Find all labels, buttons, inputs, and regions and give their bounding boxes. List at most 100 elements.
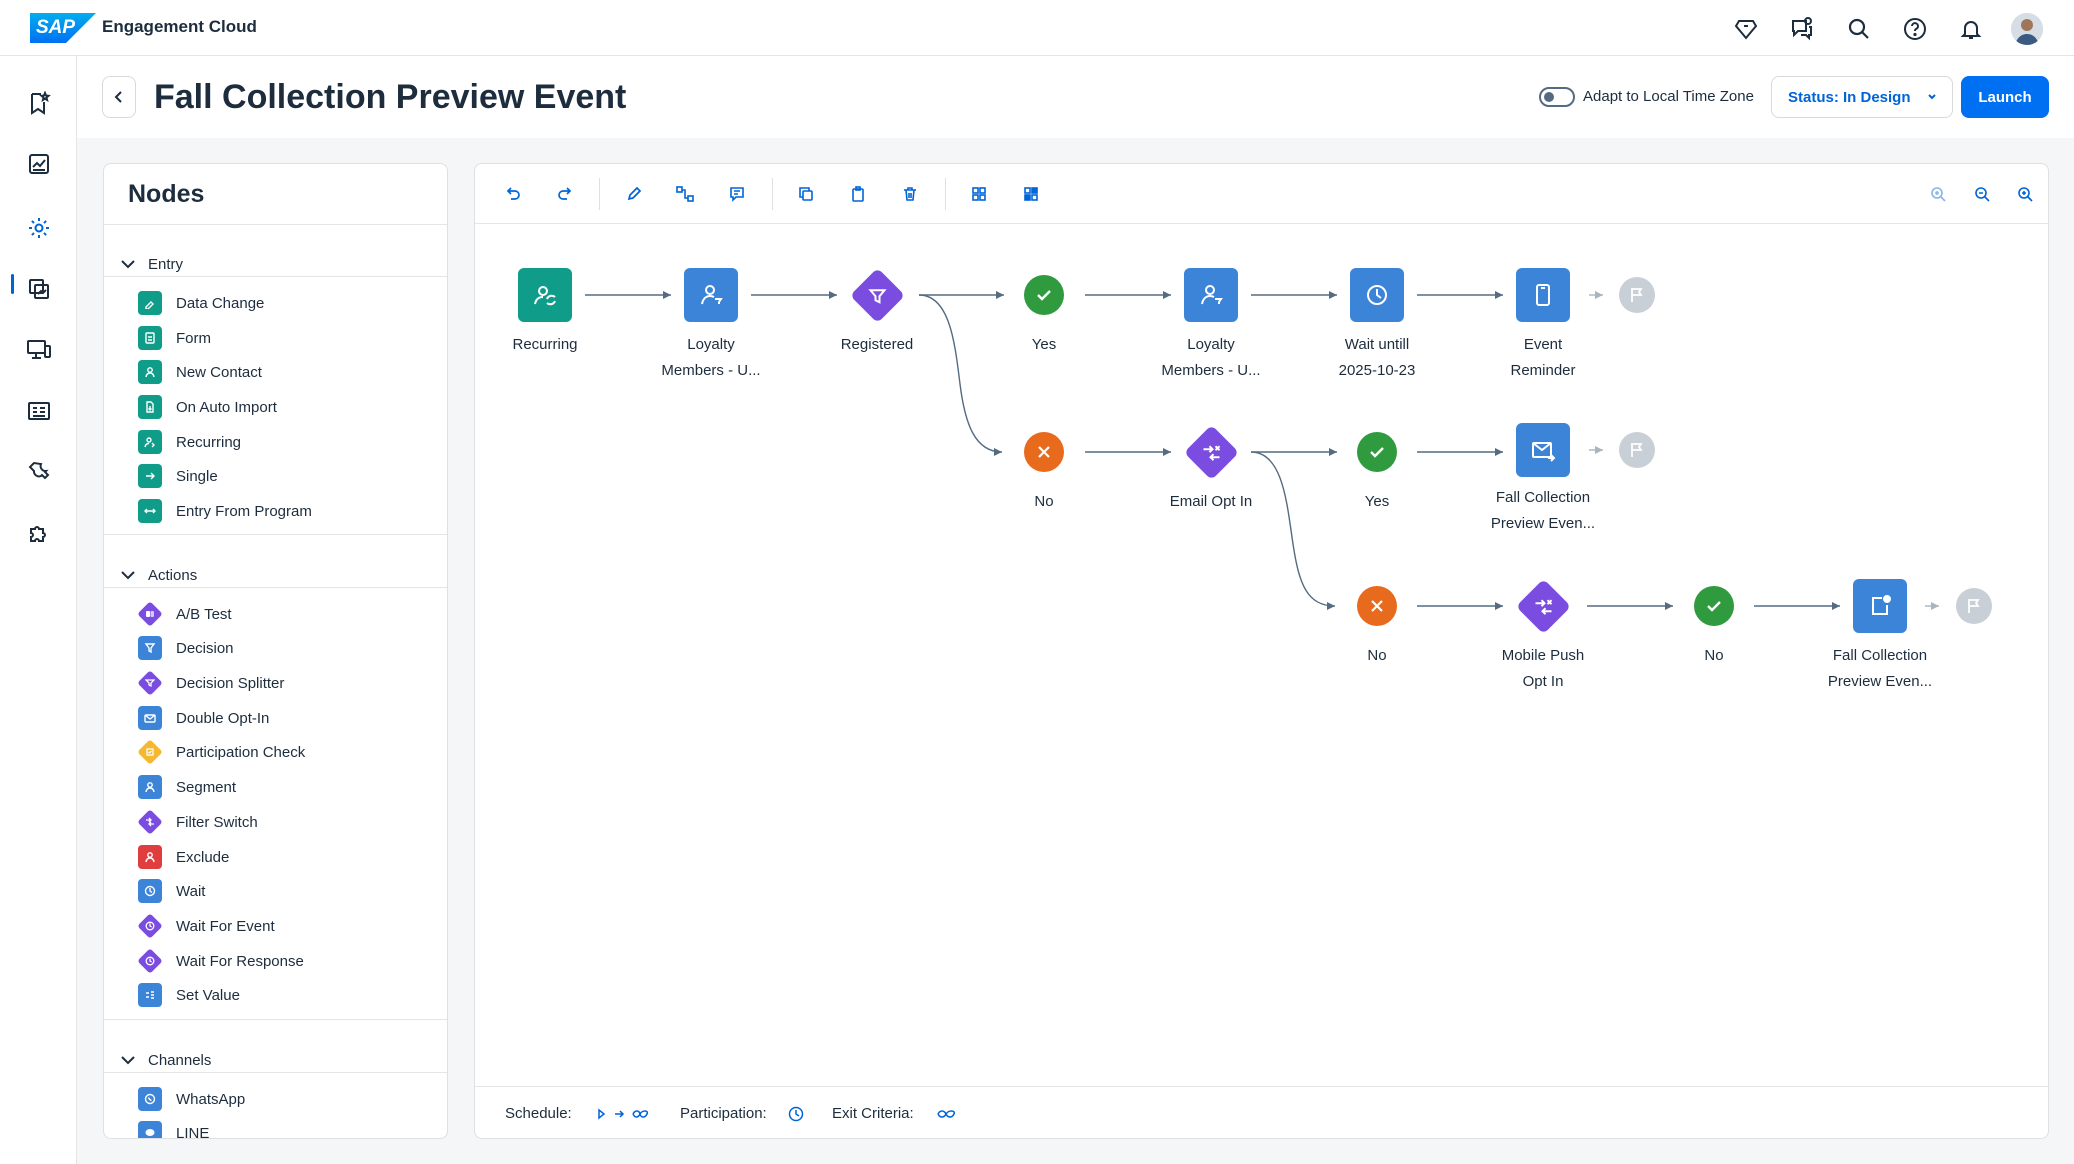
user-avatar[interactable] — [2011, 13, 2043, 45]
node-item-data-change[interactable]: Data Change — [138, 290, 264, 316]
flow-label: No — [1367, 647, 1387, 664]
edit-pencil-icon[interactable] — [620, 180, 648, 208]
zoom-fit-icon[interactable] — [1924, 180, 1952, 208]
flow-node-yes[interactable] — [1014, 265, 1074, 325]
node-item-entry-from-program[interactable]: Entry From Program — [138, 498, 312, 524]
node-item-segment[interactable]: Segment — [138, 774, 236, 800]
filter-switch-icon — [1515, 578, 1571, 634]
node-item-ab-test[interactable]: A/B Test — [137, 601, 232, 627]
node-item-decision[interactable]: Decision — [138, 635, 234, 661]
exit-criteria-infinity-icon[interactable] — [936, 1105, 956, 1123]
nav-automation-gear-icon[interactable] — [22, 211, 56, 245]
page-title: Fall Collection Preview Event — [154, 78, 627, 116]
collapse-all-icon[interactable] — [1017, 180, 1045, 208]
node-label: Decision Splitter — [176, 674, 285, 692]
flow-label: No — [1704, 647, 1724, 664]
delete-icon[interactable] — [896, 180, 924, 208]
nav-bookmark-star-icon[interactable] — [22, 86, 56, 120]
chat-support-icon[interactable] — [1787, 14, 1817, 44]
decision-filter-icon — [138, 636, 162, 660]
node-item-set-value[interactable]: Set Value — [138, 982, 240, 1008]
node-item-line[interactable]: LINE — [138, 1120, 209, 1138]
nav-devices-icon[interactable] — [22, 333, 56, 367]
flag-icon — [1956, 588, 1992, 624]
status-label: Status: In Design — [1788, 88, 1911, 106]
canvas-toolbar — [475, 164, 2048, 224]
flow-node-recurring[interactable] — [515, 265, 575, 325]
flow-node-fall-collection-push[interactable] — [1850, 576, 1910, 636]
segment-icon — [138, 775, 162, 799]
flow-node-yes-2[interactable] — [1347, 422, 1407, 482]
redo-icon[interactable] — [551, 180, 579, 208]
node-item-filter-switch[interactable]: Filter Switch — [137, 809, 258, 835]
sap-logo[interactable]: SAP — [30, 13, 96, 43]
divider — [104, 587, 447, 588]
help-icon[interactable] — [1900, 14, 1930, 44]
zoom-out-icon[interactable] — [1968, 180, 1996, 208]
flow-node-wait[interactable] — [1347, 265, 1407, 325]
nav-extensions-puzzle-icon[interactable] — [22, 516, 56, 550]
diamond-icon[interactable] — [1731, 14, 1761, 44]
node-item-decision-splitter[interactable]: Decision Splitter — [137, 670, 285, 696]
node-label: Entry From Program — [176, 502, 312, 520]
node-item-single[interactable]: Single — [138, 463, 218, 489]
flow-node-registered[interactable] — [847, 265, 907, 325]
nav-contacts-card-icon[interactable] — [22, 394, 56, 428]
wait-for-response-icon — [137, 948, 163, 974]
flow-end-node[interactable] — [1607, 420, 1667, 480]
node-item-participation-check[interactable]: Participation Check — [137, 739, 305, 765]
flow-node-no-2[interactable] — [1347, 576, 1407, 636]
expand-all-icon[interactable] — [965, 180, 993, 208]
entry-from-program-icon — [138, 499, 162, 523]
group-label: Channels — [148, 1051, 212, 1069]
ab-test-icon — [137, 601, 163, 627]
zoom-in-icon[interactable] — [2011, 180, 2039, 208]
flow-node-email-opt-in[interactable] — [1181, 422, 1241, 482]
flag-icon — [1619, 432, 1655, 468]
group-actions-header[interactable]: Actions — [120, 560, 197, 590]
undo-icon[interactable] — [499, 180, 527, 208]
divider — [104, 276, 447, 277]
local-time-zone-toggle[interactable] — [1539, 87, 1575, 107]
flow-node-no[interactable] — [1014, 422, 1074, 482]
flow-node-loyalty-members-2[interactable] — [1181, 265, 1241, 325]
node-item-wait[interactable]: Wait — [138, 878, 205, 904]
participation-check-icon — [137, 739, 163, 765]
paste-icon[interactable] — [844, 180, 872, 208]
search-icon[interactable] — [1844, 14, 1874, 44]
node-item-new-contact[interactable]: New Contact — [138, 359, 262, 385]
nav-tools-wrench-icon[interactable] — [22, 455, 56, 489]
filter-switch-icon — [1183, 424, 1239, 480]
flow-end-node[interactable] — [1607, 265, 1667, 325]
nav-content-icon[interactable] — [22, 272, 56, 306]
flow-node-event-reminder[interactable] — [1513, 265, 1573, 325]
comment-icon[interactable] — [723, 180, 751, 208]
node-item-form[interactable]: Form — [138, 325, 211, 351]
node-item-wait-for-event[interactable]: Wait For Event — [137, 913, 275, 939]
status-dropdown[interactable]: Status: In Design — [1771, 76, 1953, 118]
node-item-exclude[interactable]: Exclude — [138, 844, 229, 870]
flow-node-mobile-push-opt-in[interactable] — [1513, 576, 1573, 636]
copy-icon[interactable] — [792, 180, 820, 208]
flow-node-loyalty-members[interactable] — [681, 265, 741, 325]
flow-node-fall-collection-email[interactable] — [1513, 420, 1573, 480]
node-item-on-auto-import[interactable]: On Auto Import — [138, 394, 277, 420]
flow-end-node[interactable] — [1944, 576, 2004, 636]
node-item-whatsapp[interactable]: WhatsApp — [138, 1086, 245, 1112]
flow-label: Fall Collection Preview Even... — [1827, 647, 1933, 690]
group-entry-header[interactable]: Entry — [120, 249, 183, 279]
node-item-double-opt-in[interactable]: Double Opt-In — [138, 705, 269, 731]
group-channels-header[interactable]: Channels — [120, 1045, 211, 1075]
connect-nodes-icon[interactable] — [671, 180, 699, 208]
launch-button[interactable]: Launch — [1961, 76, 2049, 118]
brand-name: Engagement Cloud — [102, 17, 257, 36]
participation-clock-icon[interactable] — [788, 1105, 804, 1123]
schedule-recurring-icon[interactable] — [597, 1105, 653, 1123]
notifications-bell-icon[interactable] — [1956, 14, 1986, 44]
back-button[interactable] — [102, 76, 136, 118]
flow-node-no-3[interactable] — [1684, 576, 1744, 636]
participation-label: Participation: — [680, 1105, 767, 1122]
nav-analytics-icon[interactable] — [22, 147, 56, 181]
node-item-wait-for-response[interactable]: Wait For Response — [137, 948, 304, 974]
node-item-recurring[interactable]: Recurring — [138, 429, 241, 455]
